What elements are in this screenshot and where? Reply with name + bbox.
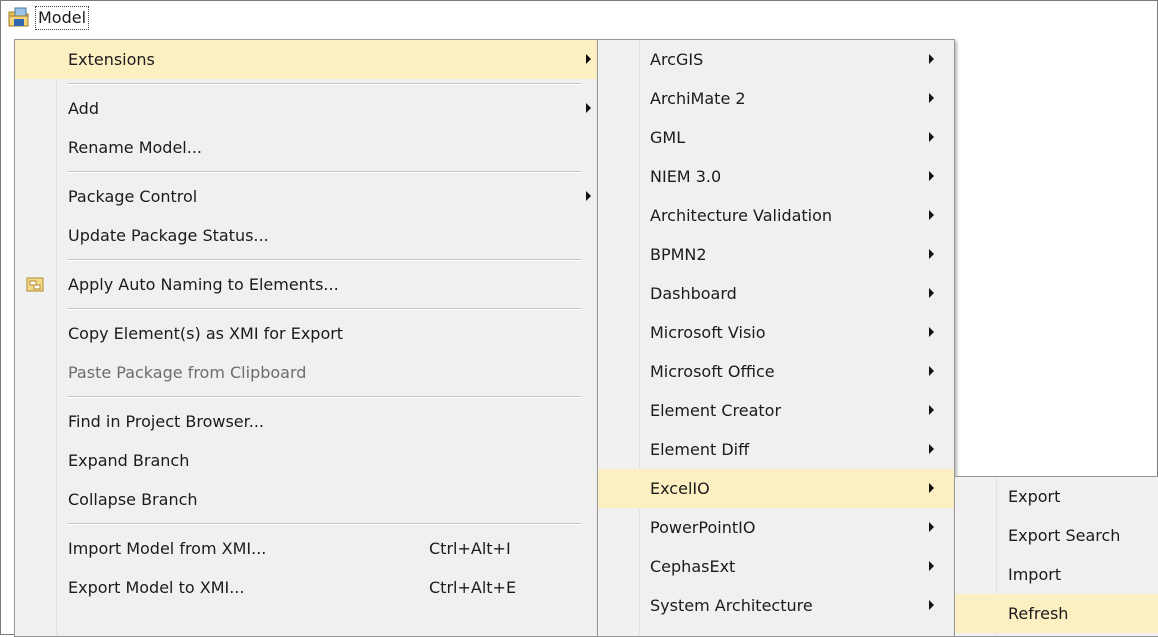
menu-item-label: ArchiMate 2 [650, 89, 746, 108]
menu-item-label: Export Search [1008, 526, 1121, 545]
submenu-arrow-icon [586, 191, 591, 201]
menu-item-label: Rename Model... [68, 138, 202, 157]
excelio-item-import[interactable]: Import [955, 555, 1158, 594]
menu-separator [15, 79, 597, 89]
menu-item-label: Add [68, 99, 99, 118]
submenu-arrow-icon [929, 483, 934, 493]
submenu-arrow-icon [929, 132, 934, 142]
menu-item-label: CephasExt [650, 557, 736, 576]
submenu-arrow-icon [929, 210, 934, 220]
shortcut-label: Ctrl+Alt+I [429, 539, 511, 558]
extensions-item-arcgis[interactable]: ArcGIS [598, 40, 954, 79]
menu-item-label: Copy Element(s) as XMI for Export [68, 324, 344, 343]
extensions-item-gml[interactable]: GML [598, 118, 954, 157]
menu-item-label: BPMN2 [650, 245, 707, 264]
submenu-arrow-icon [929, 93, 934, 103]
submenu-arrow-icon [929, 561, 934, 571]
submenu-arrow-icon [929, 522, 934, 532]
menu-item-label: Microsoft Visio [650, 323, 766, 342]
menu-item-expand-branch[interactable]: Expand Branch [15, 441, 597, 480]
auto-naming-icon [26, 277, 44, 292]
menu-item-add[interactable]: Add [15, 89, 597, 128]
menu-item-label: Microsoft Office [650, 362, 775, 381]
extensions-item-cephasext[interactable]: CephasExt [598, 547, 954, 586]
menu-item-label: ArcGIS [650, 50, 704, 69]
menu-item-label: Collapse Branch [68, 490, 198, 509]
menu-item-import-model-from-xmi[interactable]: Import Model from XMI... Ctrl+Alt+I [15, 529, 597, 568]
package-folder-icon [8, 7, 29, 27]
menu-item-rename-model[interactable]: Rename Model... [15, 128, 597, 167]
menu-item-label: Import Model from XMI... [68, 539, 267, 558]
extensions-item-element-creator[interactable]: Element Creator [598, 391, 954, 430]
tree-node-model[interactable]: Model [7, 5, 90, 31]
excelio-item-export[interactable]: Export [955, 477, 1158, 516]
menu-item-label: Element Diff [650, 440, 750, 459]
extensions-item-element-diff[interactable]: Element Diff [598, 430, 954, 469]
submenu-arrow-icon [929, 405, 934, 415]
menu-item-paste-package-from-clipboard: Paste Package from Clipboard [15, 353, 597, 392]
extensions-item-microsoft-visio[interactable]: Microsoft Visio [598, 313, 954, 352]
submenu-arrow-icon [929, 366, 934, 376]
menu-item-label: Import [1008, 565, 1062, 584]
submenu-arrow-icon [586, 103, 591, 113]
extensions-submenu: ArcGIS ArchiMate 2 GML NIEM 3.0 Architecture… [597, 39, 955, 637]
menu-separator [15, 255, 597, 265]
menu-item-label: Export Model to XMI... [68, 578, 245, 597]
menu-item-label: Package Control [68, 187, 198, 206]
extensions-item-dashboard[interactable]: Dashboard [598, 274, 954, 313]
excelio-item-export-search[interactable]: Export Search [955, 516, 1158, 555]
menu-item-label: Apply Auto Naming to Elements... [68, 275, 339, 294]
submenu-arrow-icon [929, 249, 934, 259]
submenu-arrow-icon [929, 327, 934, 337]
submenu-arrow-icon [929, 54, 934, 64]
menu-item-label: GML [650, 128, 686, 147]
menu-item-extensions[interactable]: Extensions [15, 40, 597, 79]
menu-item-label: Element Creator [650, 401, 782, 420]
menu-item-label: Expand Branch [68, 451, 190, 470]
extensions-item-powerpointio[interactable]: PowerPointIO [598, 508, 954, 547]
menu-item-label: PowerPointIO [650, 518, 756, 537]
menu-item-label: Dashboard [650, 284, 737, 303]
menu-item-apply-auto-naming-to-elements[interactable]: Apply Auto Naming to Elements... [15, 265, 597, 304]
context-menu: Extensions Add Rename Model... Package Cont… [14, 39, 598, 637]
extensions-item-microsoft-office[interactable]: Microsoft Office [598, 352, 954, 391]
submenu-arrow-icon [929, 171, 934, 181]
extensions-item-bpmn2[interactable]: BPMN2 [598, 235, 954, 274]
menu-item-copy-element-s-as-xmi-for-export[interactable]: Copy Element(s) as XMI for Export [15, 314, 597, 353]
menu-item-collapse-branch[interactable]: Collapse Branch [15, 480, 597, 519]
menu-separator [15, 167, 597, 177]
extensions-item-excelio[interactable]: ExcelIO [598, 469, 954, 508]
menu-separator [15, 392, 597, 402]
extensions-item-architecture-validation[interactable]: Architecture Validation [598, 196, 954, 235]
excelio-item-refresh[interactable]: Refresh [955, 594, 1158, 633]
menu-item-update-package-status[interactable]: Update Package Status... [15, 216, 597, 255]
menu-item-label: Update Package Status... [68, 226, 269, 245]
menu-item-label: System Architecture [650, 596, 813, 615]
tree-node-label: Model [35, 6, 90, 30]
menu-item-label: Find in Project Browser... [68, 412, 264, 431]
menu-item-label: NIEM 3.0 [650, 167, 722, 186]
menu-item-label: Extensions [68, 50, 155, 69]
menu-item-package-control[interactable]: Package Control [15, 177, 597, 216]
submenu-arrow-icon [929, 600, 934, 610]
menu-item-label: ExcelIO [650, 479, 710, 498]
extensions-item-niem-3-0[interactable]: NIEM 3.0 [598, 157, 954, 196]
submenu-arrow-icon [586, 54, 591, 64]
menu-item-label: Paste Package from Clipboard [68, 363, 307, 382]
menu-separator [15, 304, 597, 314]
extensions-item-archimate-2[interactable]: ArchiMate 2 [598, 79, 954, 118]
menu-item-find-in-project-browser[interactable]: Find in Project Browser... [15, 402, 597, 441]
menu-separator [15, 519, 597, 529]
shortcut-label: Ctrl+Alt+E [429, 578, 517, 597]
menu-item-label: Export [1008, 487, 1061, 506]
excelio-submenu: Export Export Search Import Refresh [954, 476, 1158, 637]
menu-item-export-model-to-xmi[interactable]: Export Model to XMI... Ctrl+Alt+E [15, 568, 597, 607]
submenu-arrow-icon [929, 444, 934, 454]
menu-item-label: Architecture Validation [650, 206, 833, 225]
extensions-item-system-architecture[interactable]: System Architecture [598, 586, 954, 625]
submenu-arrow-icon [929, 288, 934, 298]
menu-item-label: Refresh [1008, 604, 1069, 623]
